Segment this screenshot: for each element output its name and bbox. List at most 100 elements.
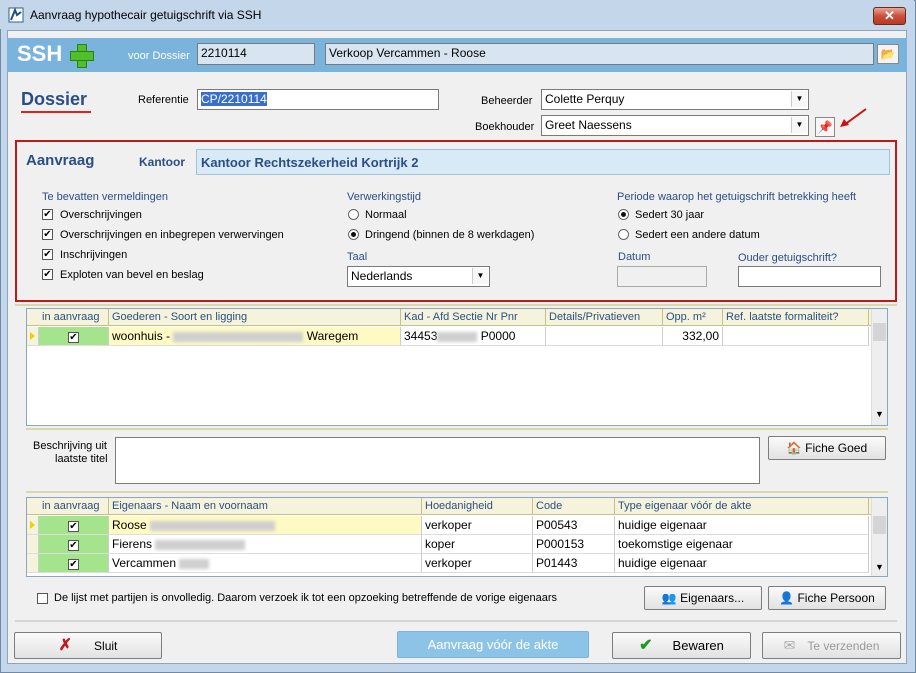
eigenaars-header: in aanvraag Eigenaars - Naam en voornaam… — [27, 498, 871, 515]
pin-icon: 📌 — [817, 120, 833, 134]
col-opp[interactable]: Opp. m² — [663, 309, 723, 326]
goed-soort-cell[interactable]: woonhuis - Waregem — [109, 327, 401, 346]
eigenaars-grid: in aanvraag Eigenaars - Naam en voornaam… — [26, 497, 888, 577]
beheerder-select[interactable]: Colette Perquy ▼ — [541, 89, 809, 110]
bewaren-button[interactable]: ✔ Bewaren — [612, 632, 751, 659]
goed-check[interactable]: ✔ — [68, 332, 79, 343]
col-in-aanvraag[interactable]: in aanvraag — [39, 309, 109, 326]
pin-button[interactable]: 📌 — [815, 117, 835, 137]
col-details[interactable]: Details/Privatieven — [546, 309, 663, 326]
goed-opp-cell[interactable]: 332,00 — [663, 327, 723, 346]
goederen-scrollbar[interactable]: ▼ — [871, 309, 887, 425]
dringend-radio[interactable] — [348, 229, 359, 240]
overschrijvingen-checkbox[interactable]: ✔ — [42, 209, 53, 220]
eigenaars-button[interactable]: 👥 Eigenaars... — [644, 586, 762, 610]
taal-value: Nederlands — [351, 269, 413, 283]
inschrijvingen-checkbox[interactable]: ✔ — [42, 249, 53, 260]
col-hoedanigheid[interactable]: Hoedanigheid — [422, 498, 533, 515]
boekhouder-select[interactable]: Greet Naessens ▼ — [541, 115, 809, 136]
goed-row-checkbox[interactable]: ✔ — [39, 327, 109, 346]
eigenaar-hoedanigheid-cell[interactable]: koper — [422, 535, 533, 554]
chevron-down-icon[interactable]: ▼ — [791, 91, 807, 107]
eigenaar-code-cell[interactable]: P000153 — [533, 535, 615, 554]
eigenaar-row-checkbox[interactable]: ✔ — [39, 516, 109, 535]
chevron-down-icon[interactable]: ▼ — [875, 562, 884, 572]
person-card-icon: 👤 — [779, 591, 795, 605]
verwerkingstijd-heading: Verwerkingstijd — [347, 191, 421, 203]
fiche-goed-button[interactable]: 🏠 Fiche Goed — [768, 436, 886, 460]
eigenaar-type-cell[interactable]: huidige eigenaar — [615, 516, 869, 535]
eigenaar-code-cell[interactable]: P00543 — [533, 516, 615, 535]
exploten-checkbox[interactable]: ✔ — [42, 269, 53, 280]
row-indicator[interactable] — [27, 535, 39, 554]
eigenaar-type-cell[interactable]: huidige eigenaar — [615, 554, 869, 573]
x-icon: ✗ — [58, 637, 73, 654]
goed-ref-cell[interactable] — [723, 327, 869, 346]
chevron-down-icon[interactable]: ▼ — [472, 268, 488, 284]
andere-datum-radio[interactable] — [618, 229, 629, 240]
goed-gemeente: Waregem — [306, 329, 359, 343]
separator — [26, 491, 888, 493]
eigenaars-label: Eigenaars... — [680, 591, 745, 605]
eigenaar-hoedanigheid-cell[interactable]: verkoper — [422, 516, 533, 535]
close-button[interactable]: ✕ — [873, 7, 906, 25]
checkmark-icon: ✔ — [639, 637, 653, 654]
col-kad[interactable]: Kad - Afd Sectie Nr Pnr — [401, 309, 546, 326]
te-verzenden-button[interactable]: ✉ Te verzenden — [762, 632, 901, 659]
eigenaar-type-cell[interactable]: toekomstige eigenaar — [615, 535, 869, 554]
eigenaar-row-checkbox[interactable]: ✔ — [39, 535, 109, 554]
row-indicator[interactable] — [27, 554, 39, 573]
chevron-down-icon[interactable]: ▼ — [791, 117, 807, 133]
fiche-persoon-label: Fiche Persoon — [797, 591, 875, 605]
eigenaar-code-cell[interactable]: P01443 — [533, 554, 615, 573]
eigenaar-check[interactable]: ✔ — [68, 540, 79, 551]
sedert-30-jaar-radio[interactable] — [618, 209, 629, 220]
ouder-getuigschrift-input[interactable] — [738, 266, 881, 287]
eigenaar-hoedanigheid-cell[interactable]: verkoper — [422, 554, 533, 573]
sedert-30-jaar-label: Sedert 30 jaar — [635, 209, 705, 221]
scroll-thumb[interactable] — [873, 323, 886, 341]
scroll-thumb[interactable] — [873, 516, 886, 534]
goed-kad-cell[interactable]: 34453 P0000 — [401, 327, 546, 346]
normaal-radio[interactable] — [348, 209, 359, 220]
aanvraag-voor-akte-button[interactable]: Aanvraag vóór de akte — [397, 631, 589, 658]
eigenaar-naam: Fierens — [112, 537, 153, 551]
beschrijving-textarea[interactable] — [115, 437, 760, 484]
fiche-persoon-button[interactable]: 👤 Fiche Persoon — [768, 586, 886, 610]
goed-details-cell[interactable] — [546, 327, 663, 346]
exploten-label: Exploten van bevel en beslag — [60, 269, 204, 281]
andere-datum-label: Sedert een andere datum — [635, 229, 760, 241]
verwervingen-checkbox[interactable]: ✔ — [42, 229, 53, 240]
eigenaar-row-checkbox[interactable]: ✔ — [39, 554, 109, 573]
col-goederen[interactable]: Goederen - Soort en ligging — [109, 309, 401, 326]
row-indicator[interactable] — [27, 516, 39, 535]
dossier-name-field[interactable]: Verkoop Vercammen - Roose — [325, 43, 874, 65]
chevron-down-icon[interactable]: ▼ — [875, 409, 884, 419]
eigenaar-naam-cell[interactable]: Fierens — [109, 535, 422, 554]
bewaren-label: Bewaren — [672, 638, 724, 653]
dossier-number-field[interactable]: 2210114 — [197, 43, 315, 65]
col-ref[interactable]: Ref. laatste formaliteit? — [723, 309, 869, 326]
referentie-input[interactable]: CP/2210114 — [197, 89, 439, 110]
row-indicator[interactable] — [27, 327, 39, 346]
referentie-label: Referentie — [138, 94, 189, 106]
goed-kad-suffix: P0000 — [480, 329, 516, 343]
col-in-aanvraag[interactable]: in aanvraag — [39, 498, 109, 515]
eigenaar-check[interactable]: ✔ — [68, 521, 79, 532]
open-folder-button[interactable]: 📂 — [877, 44, 899, 64]
taal-select[interactable]: Nederlands ▼ — [347, 266, 490, 287]
goed-kad-prefix: 34453 — [404, 329, 438, 343]
col-code[interactable]: Code — [533, 498, 615, 515]
eigenaar-naam-cell[interactable]: Roose — [109, 516, 422, 535]
col-type[interactable]: Type eigenaar vóór de akte — [615, 498, 869, 515]
eigenaar-naam-cell[interactable]: Vercammen — [109, 554, 422, 573]
periode-heading: Periode waarop het getuigschrift betrekk… — [617, 191, 857, 203]
boekhouder-value: Greet Naessens — [545, 118, 632, 132]
eigenaars-scrollbar[interactable]: ▼ — [871, 498, 887, 576]
eigenaar-check[interactable]: ✔ — [68, 559, 79, 570]
row-pointer-icon — [30, 521, 35, 529]
col-naam[interactable]: Eigenaars - Naam en voornaam — [109, 498, 422, 515]
send-icon: ✉ — [783, 637, 796, 653]
sluit-button[interactable]: ✗ Sluit — [14, 632, 162, 659]
onvolledig-checkbox[interactable] — [37, 593, 48, 604]
